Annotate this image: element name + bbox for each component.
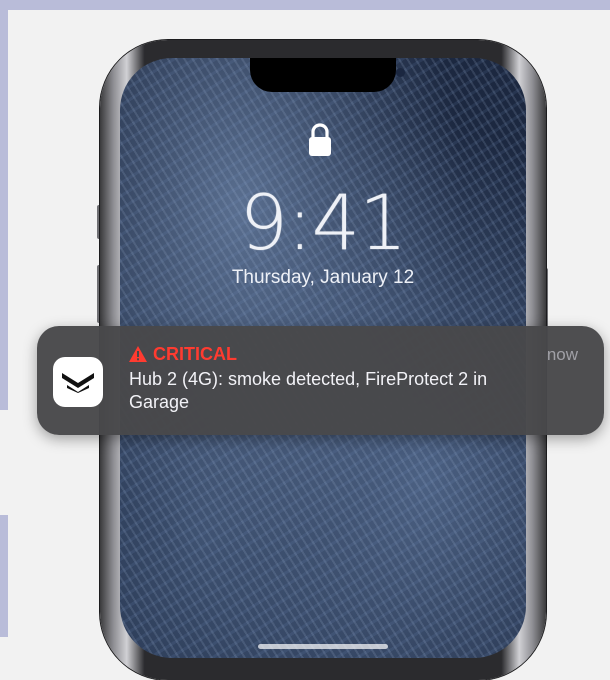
frame-border-top xyxy=(0,0,610,10)
alert-level: CRITICAL xyxy=(153,344,237,364)
lock-icon xyxy=(309,123,331,156)
frame-border-left xyxy=(0,0,8,410)
clock-date: Thursday, January 12 xyxy=(231,267,415,288)
home-indicator[interactable] xyxy=(258,644,388,649)
notch xyxy=(250,58,405,92)
front-camera xyxy=(396,68,405,77)
frame-border-left-lower xyxy=(0,515,8,637)
notification-message: Hub 2 (4G): smoke detected, FireProtect … xyxy=(129,369,488,412)
notification-time: now xyxy=(546,345,578,364)
alert-header: CRITICAL xyxy=(129,343,237,365)
ajax-logo-icon xyxy=(62,373,94,393)
notification-banner[interactable]: CRITICAL now Hub 2 (4G): smoke detected,… xyxy=(37,326,604,435)
warning-triangle-icon xyxy=(129,346,147,362)
clock-time: 9:41 xyxy=(239,178,408,267)
app-icon xyxy=(53,357,103,407)
